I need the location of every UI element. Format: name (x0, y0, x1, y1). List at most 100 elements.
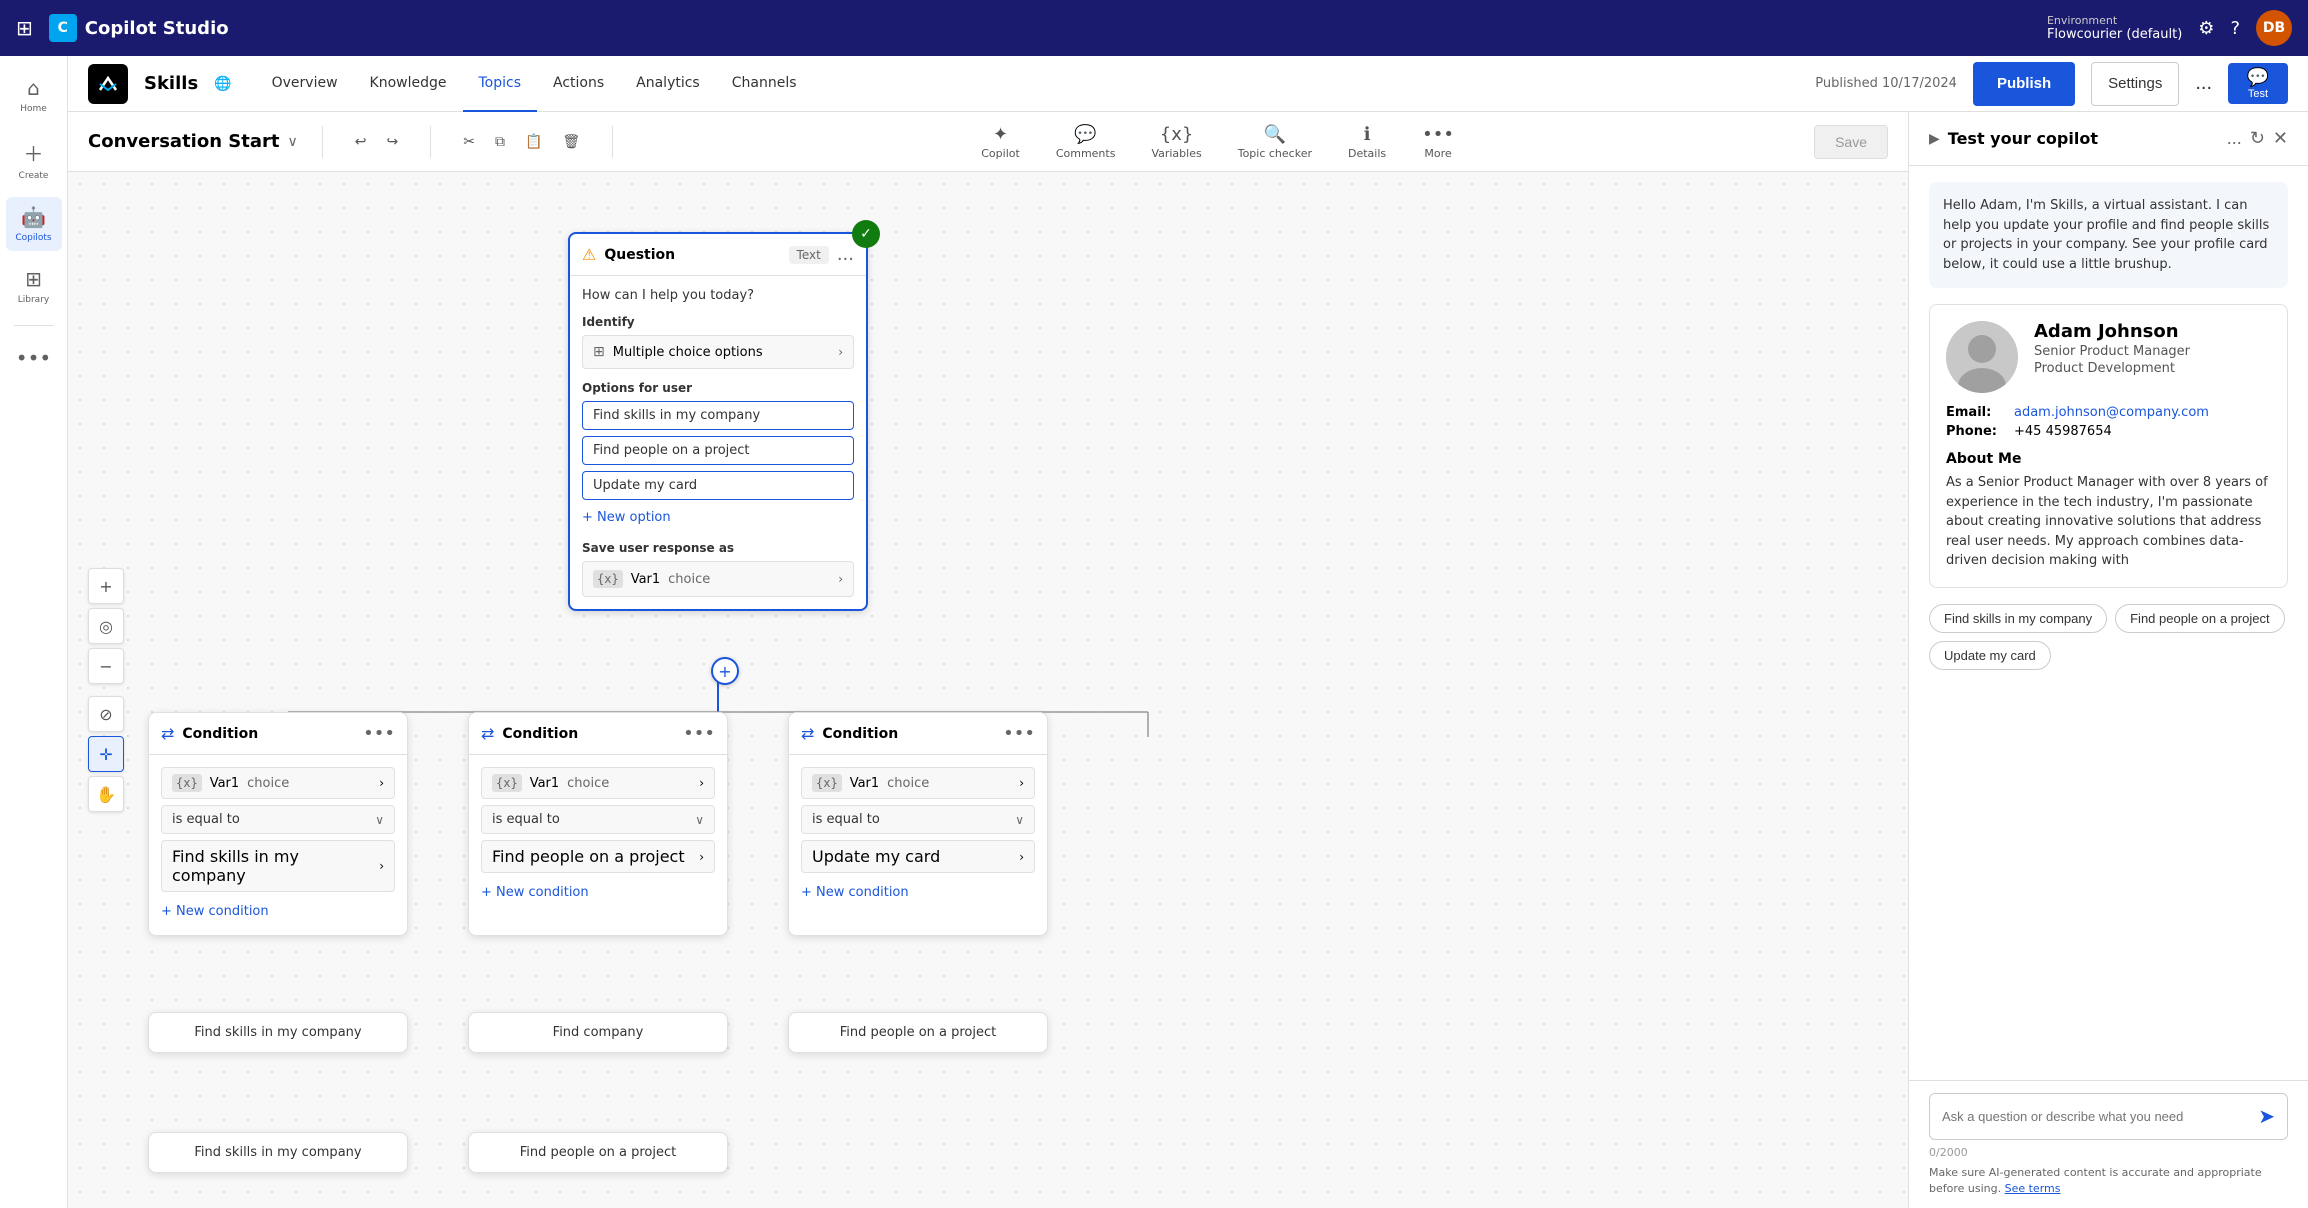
text-badge[interactable]: Text (789, 246, 829, 264)
publish-button[interactable]: Publish (1973, 62, 2075, 106)
cond-2-chevron: ∨ (695, 813, 704, 827)
condition-1-more[interactable]: ••• (363, 723, 395, 744)
chat-input[interactable] (1942, 1109, 2250, 1124)
locate-button[interactable]: ◎ (88, 608, 124, 644)
copilots-label: Copilots (15, 233, 51, 243)
details-tool[interactable]: ℹ Details (1340, 120, 1394, 164)
nav-analytics[interactable]: Analytics (620, 56, 716, 112)
create-label: Create (19, 171, 49, 181)
panel-refresh-button[interactable]: ↻ (2250, 128, 2265, 149)
redo-button[interactable]: ↪ (378, 127, 406, 156)
help-icon[interactable]: ? (2230, 18, 2240, 39)
add-cond-3-button[interactable]: + New condition (801, 881, 1035, 904)
phone-value: +45 45987654 (2014, 424, 2112, 439)
sidebar-item-create[interactable]: ＋ Create (6, 130, 62, 189)
paste-button[interactable]: 📋 (517, 127, 550, 156)
zoom-in-button[interactable]: + (88, 568, 124, 604)
cond-3-value-row[interactable]: Update my card › (801, 840, 1035, 873)
quick-option-1[interactable]: Find skills in my company (1929, 604, 2107, 633)
header-more-button[interactable]: ... (2195, 72, 2212, 95)
option-2-text: Find people on a project (593, 443, 843, 458)
zoom-out-button[interactable]: − (88, 648, 124, 684)
add-node-button[interactable]: + (711, 657, 739, 685)
cond-3-value: Update my card (812, 847, 940, 866)
user-avatar[interactable]: DB (2256, 10, 2292, 46)
phone-row: Phone: +45 45987654 (1946, 424, 2271, 439)
cond-2-var-row[interactable]: {x} Var1 choice › (481, 767, 715, 799)
variables-tool[interactable]: {x} Variables (1143, 120, 1209, 164)
options-label: Options for user (582, 381, 854, 395)
more-tool[interactable]: ••• More (1414, 120, 1462, 164)
cond-2-equals[interactable]: is equal to ∨ (481, 805, 715, 834)
delete-button[interactable]: 🗑 (554, 127, 588, 156)
sidebar-item-more[interactable]: ••• (6, 338, 62, 378)
settings-button[interactable]: Settings (2091, 62, 2179, 106)
quick-option-2[interactable]: Find people on a project (2115, 604, 2284, 633)
find-node-2: Find company (468, 1012, 728, 1053)
gear-icon[interactable]: ⚙ (2198, 18, 2214, 39)
sidebar-item-copilots[interactable]: 🤖 Copilots (6, 197, 62, 251)
option-2[interactable]: Find people on a project (582, 436, 854, 465)
cond-2-value-row[interactable]: Find people on a project › (481, 840, 715, 873)
sidebar-item-library[interactable]: ⊞ Library (6, 259, 62, 313)
test-button[interactable]: 💬 Test (2228, 63, 2288, 104)
canvas-title-area: Conversation Start ∨ (88, 131, 298, 152)
sidebar-item-home[interactable]: ⌂ Home (6, 68, 62, 122)
cond-3-equals[interactable]: is equal to ∨ (801, 805, 1035, 834)
canvas-title-chevron[interactable]: ∨ (288, 134, 298, 150)
copy-button[interactable]: ⧉ (487, 127, 513, 156)
nav-knowledge[interactable]: Knowledge (354, 56, 463, 112)
add-cond-2-button[interactable]: + New condition (481, 881, 715, 904)
condition-1-header: ⇄ Condition ••• (149, 713, 407, 755)
option-3[interactable]: Update my card (582, 471, 854, 500)
condition-3-more[interactable]: ••• (1003, 723, 1035, 744)
panel-expand-icon[interactable]: ▶ (1929, 131, 1940, 147)
cond-1-var-name: Var1 (210, 776, 239, 791)
disclaimer-link[interactable]: See terms (2005, 1182, 2061, 1195)
option-1[interactable]: Find skills in my company (582, 401, 854, 430)
cut-button[interactable]: ✂ (455, 127, 483, 156)
block-button[interactable]: ⊘ (88, 696, 124, 732)
nav-overview[interactable]: Overview (256, 56, 354, 112)
identify-label: Identify (582, 315, 854, 329)
cond-1-value-row[interactable]: Find skills in my company › (161, 840, 395, 892)
email-label: Email: (1946, 405, 2006, 420)
email-row: Email: adam.johnson@company.com (1946, 405, 2271, 420)
panel-more-button[interactable]: ... (2227, 128, 2242, 149)
cond-1-equals[interactable]: is equal to ∨ (161, 805, 395, 834)
quick-option-3[interactable]: Update my card (1929, 641, 2051, 670)
undo-button[interactable]: ↩ (347, 127, 375, 156)
globe-icon[interactable]: 🌐 (214, 76, 231, 92)
cond-3-var-row[interactable]: {x} Var1 choice › (801, 767, 1035, 799)
chat-send-button[interactable]: ➤ (2258, 1104, 2275, 1129)
copilot-tool[interactable]: ✦ Copilot (973, 120, 1028, 164)
comments-label: Comments (1056, 147, 1116, 160)
nav-topics[interactable]: Topics (463, 56, 538, 112)
find-node-5: Find people on a project (468, 1132, 728, 1173)
canvas[interactable]: + ◎ − ⊘ ✛ ✋ ✓ ⚠ Question Text (68, 172, 1908, 1208)
add-cond-1-button[interactable]: + New condition (161, 900, 395, 923)
variables-label: Variables (1151, 147, 1201, 160)
hand-button[interactable]: ✋ (88, 776, 124, 812)
response-var-row[interactable]: {x} Var1 choice › (582, 561, 854, 597)
chat-input-row: ➤ (1929, 1093, 2288, 1140)
nav-actions[interactable]: Actions (537, 56, 620, 112)
left-sidebar: ⌂ Home ＋ Create 🤖 Copilots ⊞ Library ••• (0, 56, 68, 1208)
select-button[interactable]: ✛ (88, 736, 124, 772)
add-option-button[interactable]: + New option (582, 506, 854, 529)
topic-checker-tool[interactable]: 🔍 Topic checker (1230, 120, 1320, 164)
panel-close-button[interactable]: ✕ (2273, 128, 2288, 149)
cond-3-var-icon: {x} (812, 774, 842, 792)
comments-tool[interactable]: 💬 Comments (1048, 120, 1124, 164)
canvas-toolbar: Conversation Start ∨ ↩ ↪ ✂ ⧉ 📋 🗑 (68, 112, 1908, 172)
env-name: Flowcourier (default) (2047, 27, 2182, 42)
chat-message: Hello Adam, I'm Skills, a virtual assist… (1929, 182, 2288, 288)
condition-2-more[interactable]: ••• (683, 723, 715, 744)
question-more-button[interactable]: ... (837, 244, 854, 265)
identify-row[interactable]: ⊞ Multiple choice options › (582, 335, 854, 369)
email-value[interactable]: adam.johnson@company.com (2014, 405, 2209, 420)
option-3-text: Update my card (593, 478, 843, 493)
cond-1-var-row[interactable]: {x} Var1 choice › (161, 767, 395, 799)
condition-2-title: Condition (502, 726, 675, 742)
nav-channels[interactable]: Channels (716, 56, 813, 112)
